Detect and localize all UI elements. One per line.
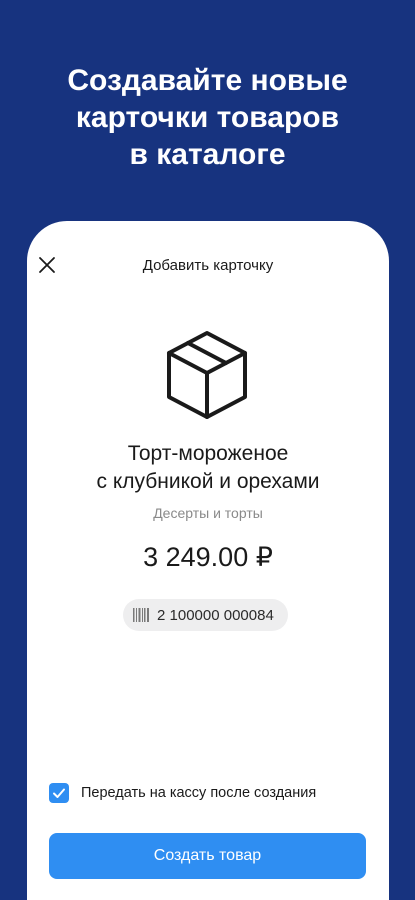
dialog-title: Добавить карточку <box>142 257 274 274</box>
promo-headline-line-1: Создавайте новые <box>67 64 348 97</box>
promo-headline-line-2: карточки товаров <box>75 101 340 134</box>
send-to-register-label: Передать на кассу после создания <box>81 785 317 801</box>
send-to-register-checkbox[interactable] <box>49 783 69 803</box>
product-category: Десерты и торты <box>153 505 263 521</box>
product-price: 3 249.00 ₽ <box>143 542 273 572</box>
barcode-number: 2 100000 000084 <box>157 606 274 624</box>
box-icon <box>165 329 249 421</box>
product-name-line-2: с клубникой и орехами <box>96 470 320 493</box>
product-name-line-1: Торт-мороженое <box>127 442 289 465</box>
create-product-button[interactable]: Создать товар <box>49 833 366 879</box>
add-card-dialog: Добавить карточку Торт-мороженое с клубн… <box>27 221 389 900</box>
barcode-badge: 2 100000 000084 <box>123 599 288 631</box>
checkmark-icon <box>53 788 65 798</box>
screen: Создавайте новые карточки товаров в ката… <box>0 0 415 900</box>
product-name: Торт-мороженое с клубникой и орехами <box>27 440 389 496</box>
send-to-register-option[interactable]: Передать на кассу после создания <box>49 783 316 803</box>
barcode-icon <box>133 608 149 622</box>
promo-headline-line-3: в каталоге <box>129 138 286 171</box>
promo-headline: Создавайте новые карточки товаров в ката… <box>0 62 415 173</box>
